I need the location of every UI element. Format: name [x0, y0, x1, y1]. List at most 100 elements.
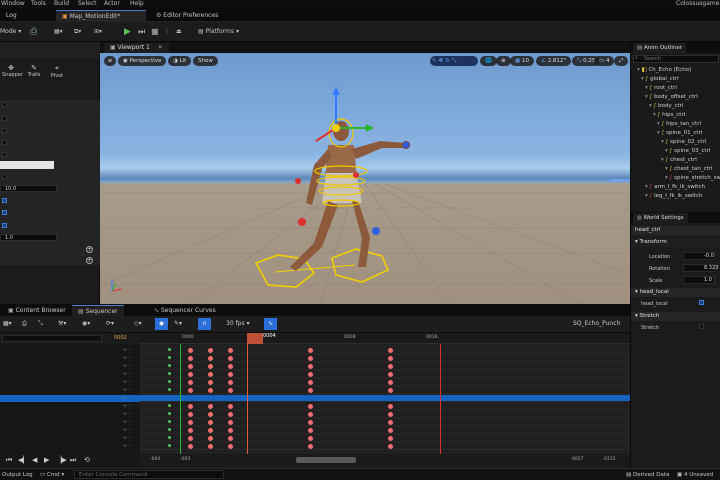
keyframe[interactable]	[188, 356, 194, 361]
outliner-item[interactable]: ▾ ∫ leg_l_fk_ik_switch	[631, 192, 720, 201]
track-row[interactable]: +◦◦	[0, 363, 140, 370]
keyframe[interactable]	[168, 436, 172, 439]
curve-editor-icon[interactable]: ∿	[264, 318, 277, 330]
tab-viewport-1[interactable]: ▣ Viewport 1 ✕	[104, 43, 169, 53]
tab-map-motionedit[interactable]: ▣ Map_MotionEdit*	[56, 10, 146, 22]
auto-key-icon[interactable]: ◆	[155, 318, 168, 330]
snapper-tool[interactable]: ✥ Snapper	[2, 64, 23, 78]
track-row[interactable]: +◦◦	[0, 435, 140, 442]
tab-sequencer-curves[interactable]: ∿ Sequencer Curves	[148, 305, 222, 316]
console-input[interactable]: Enter Console Command	[74, 470, 224, 479]
outliner-item[interactable]: ▾ ∫ root_ctrl	[631, 84, 720, 93]
play-reverse-icon[interactable]: ◀	[32, 456, 37, 464]
keyframe[interactable]	[228, 348, 234, 353]
track-key-controls[interactable]: +◦◦	[123, 395, 132, 402]
keyframe[interactable]	[208, 428, 214, 433]
curve-icon[interactable]: ✎▾	[174, 318, 182, 330]
keyframe[interactable]	[208, 444, 214, 449]
step-forward-icon[interactable]: ▕▶	[56, 456, 67, 464]
keyframe[interactable]	[388, 420, 394, 425]
keyframe[interactable]	[208, 420, 214, 425]
menu-item-window[interactable]: Window	[1, 0, 25, 7]
keyframe[interactable]	[388, 364, 394, 369]
blueprint-icon[interactable]: ▦▾	[54, 26, 63, 38]
keyframe[interactable]	[208, 412, 214, 417]
keyframe[interactable]	[228, 404, 234, 409]
keyframe[interactable]	[188, 444, 194, 449]
track-key-controls[interactable]: +◦◦	[123, 355, 132, 362]
number-field[interactable]: 10.0	[0, 185, 57, 192]
outliner-search-input[interactable]: Search	[633, 55, 719, 63]
timeline-row[interactable]	[140, 403, 630, 410]
track-key-controls[interactable]: +◦◦	[123, 363, 132, 370]
outliner-item[interactable]: ▾ ∫ body_offset_ctrl	[631, 93, 720, 102]
add-actor-icon[interactable]: ⊞▾	[94, 26, 102, 38]
tab-log[interactable]: Log	[0, 10, 23, 22]
keyframe[interactable]	[208, 348, 214, 353]
keyframe[interactable]	[228, 356, 234, 361]
keyframe[interactable]	[388, 404, 394, 409]
keyframe[interactable]	[208, 380, 214, 385]
keyframe[interactable]	[228, 436, 234, 441]
keyframe[interactable]	[308, 380, 314, 385]
sequencer-timeline[interactable]: 0000 0008 0016 0004 -004 -003 0027 0155	[140, 333, 630, 468]
track-row[interactable]: +◦◦	[0, 419, 140, 426]
keyframe[interactable]	[308, 420, 314, 425]
outliner-item[interactable]: ▾ ◧ Ch_Echo (Echo)	[631, 66, 720, 75]
option-checkbox[interactable]	[2, 140, 7, 145]
track-search-input[interactable]	[2, 335, 102, 342]
scale-field[interactable]: 1.0	[683, 276, 715, 284]
step-back-icon[interactable]: ◀▏	[18, 456, 29, 464]
playhead-marker[interactable]	[247, 333, 263, 344]
keyframe[interactable]	[308, 444, 314, 449]
mode-dropdown[interactable]: Mode ▾	[0, 26, 21, 38]
keyframe[interactable]	[388, 444, 394, 449]
keyframe[interactable]	[208, 372, 214, 377]
keyframe[interactable]	[228, 420, 234, 425]
track-row[interactable]: +◦◦	[0, 379, 140, 386]
keyframe[interactable]	[308, 372, 314, 377]
timeline-row[interactable]	[140, 363, 630, 370]
skip-end-icon[interactable]: ⏭	[70, 456, 76, 465]
keyframe[interactable]	[308, 388, 314, 393]
keyframe[interactable]	[188, 348, 194, 353]
keyframe[interactable]	[228, 388, 234, 393]
cinematics-icon[interactable]: ⧉▾	[74, 26, 81, 38]
outliner-item[interactable]: ▾ ∫ arm_l_fk_ik_switch	[631, 183, 720, 192]
view-icon[interactable]: ◉▾	[82, 318, 90, 330]
keyframe[interactable]	[308, 348, 314, 353]
playback-options-icon[interactable]: ⟳▾	[106, 318, 114, 330]
step-icon[interactable]: ⏭	[138, 26, 145, 38]
track-key-controls[interactable]: +◦◦	[123, 371, 132, 378]
wrench-icon[interactable]: ⚒▾	[58, 318, 66, 330]
track-key-controls[interactable]: +◦◦	[123, 443, 132, 450]
keyframe[interactable]	[228, 428, 234, 433]
ik-handle-red[interactable]	[298, 218, 306, 226]
keyframe[interactable]	[168, 428, 172, 431]
outliner-item[interactable]: ▾ ∫ chest_tan_ctrl	[631, 165, 720, 174]
menu-item-actor[interactable]: Actor	[104, 0, 120, 7]
track-row[interactable]: +◦◦	[0, 395, 140, 402]
snap-icon[interactable]: ∩	[198, 318, 211, 330]
outliner-item[interactable]: ▾ ∫ hips_tan_ctrl	[631, 120, 720, 129]
keyframe[interactable]	[168, 412, 172, 415]
ik-handle-blue[interactable]	[372, 227, 380, 235]
keyframe[interactable]	[168, 356, 172, 359]
transform-icon[interactable]: ⤡	[38, 318, 43, 330]
outliner-item[interactable]: ▾ ∫ hips_ctrl	[631, 111, 720, 120]
unsaved-button[interactable]: ▣ 4 Unsaved	[677, 470, 713, 480]
tab-anim-outliner[interactable]: ▤ Anim Outliner	[633, 43, 686, 53]
track-key-controls[interactable]: +◦◦	[123, 419, 132, 426]
ik-handle-red[interactable]	[295, 178, 301, 184]
track-row[interactable]: +◦◦	[0, 371, 140, 378]
fps-dropdown[interactable]: 30 fps ▾	[226, 318, 250, 330]
close-icon[interactable]: ✕	[158, 44, 163, 51]
tab-editor-preferences[interactable]: ⚙ Editor Preferences	[150, 10, 224, 22]
track-row[interactable]: +◦◦	[0, 427, 140, 434]
loop-icon[interactable]: ⟲	[84, 456, 90, 464]
keyframe[interactable]	[308, 436, 314, 441]
keyframe[interactable]	[308, 356, 314, 361]
keyframe[interactable]	[208, 388, 214, 393]
add-icon[interactable]: +	[86, 246, 93, 253]
play-icon[interactable]: ▶	[124, 26, 131, 38]
